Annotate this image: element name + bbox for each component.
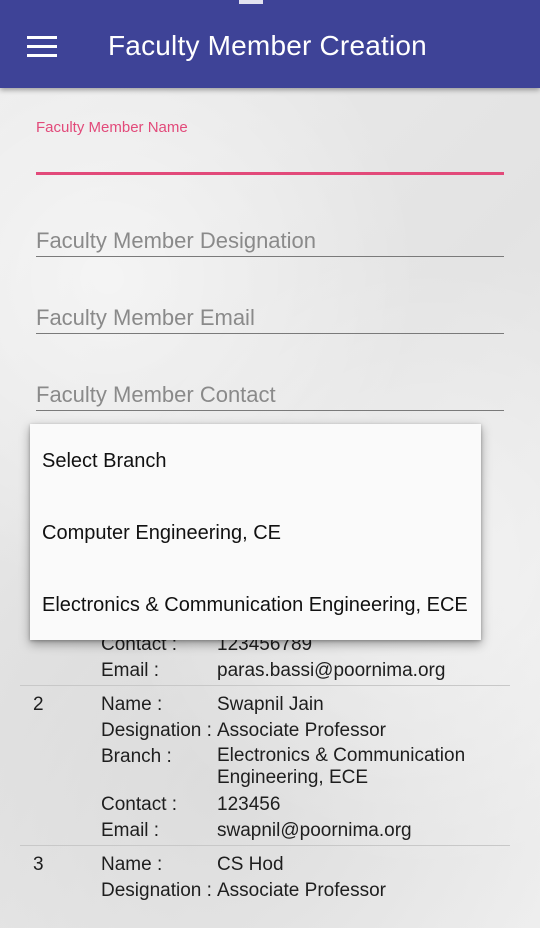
email-value: paras.bassi@poornima.org	[217, 660, 446, 681]
contact-label: Contact :	[101, 794, 178, 815]
row-index: 2	[33, 694, 44, 715]
faculty-designation-input[interactable]	[36, 226, 504, 256]
email-value: swapnil@poornima.org	[217, 820, 412, 841]
designation-value: Associate Professor	[217, 880, 386, 901]
faculty-name-input[interactable]	[36, 136, 504, 172]
branch-option-ece[interactable]: Electronics & Communication Engineering,…	[42, 594, 468, 617]
faculty-contact-input[interactable]	[36, 379, 504, 410]
name-label: Name :	[101, 694, 163, 715]
faculty-designation-field[interactable]	[36, 226, 504, 257]
page-title: Faculty Member Creation	[108, 30, 427, 61]
row-index: 3	[33, 854, 44, 875]
faculty-email-input[interactable]	[36, 302, 504, 333]
faculty-contact-underline	[36, 410, 504, 411]
branch-dropdown-menu: Select Branch Computer Engineering, CE E…	[30, 424, 481, 640]
designation-label: Designation :	[101, 880, 212, 901]
designation-value: Associate Professor	[217, 720, 386, 741]
faculty-email-field[interactable]	[36, 302, 504, 334]
faculty-email-underline	[36, 333, 504, 334]
branch-option-ce[interactable]: Computer Engineering, CE	[42, 522, 281, 545]
name-label: Name :	[101, 854, 163, 875]
branch-value: Electronics & Communication Engineering,…	[217, 745, 466, 788]
faculty-name-label: Faculty Member Name	[36, 119, 188, 136]
app-bar: Faculty Member Creation	[0, 0, 540, 88]
name-value: Swapnil Jain	[217, 694, 324, 715]
contact-value: 123456	[217, 794, 281, 815]
email-label: Email :	[101, 820, 160, 841]
name-value: CS Hod	[217, 854, 284, 875]
faculty-name-underline	[36, 172, 504, 175]
hamburger-menu-icon[interactable]	[27, 36, 57, 58]
list-item[interactable]: 3 Name : CS Hod Designation : Associate …	[20, 846, 510, 926]
email-label: Email :	[101, 660, 160, 681]
designation-label: Designation :	[101, 720, 212, 741]
branch-label: Branch :	[101, 746, 172, 767]
faculty-designation-underline	[36, 256, 504, 257]
faculty-name-field[interactable]: Faculty Member Name	[36, 119, 504, 175]
list-item[interactable]: 2 Name : Swapnil Jain Designation : Asso…	[20, 686, 510, 846]
branch-option-select[interactable]: Select Branch	[42, 450, 167, 473]
faculty-contact-field[interactable]	[36, 379, 504, 411]
status-bar-indicator	[239, 0, 263, 4]
